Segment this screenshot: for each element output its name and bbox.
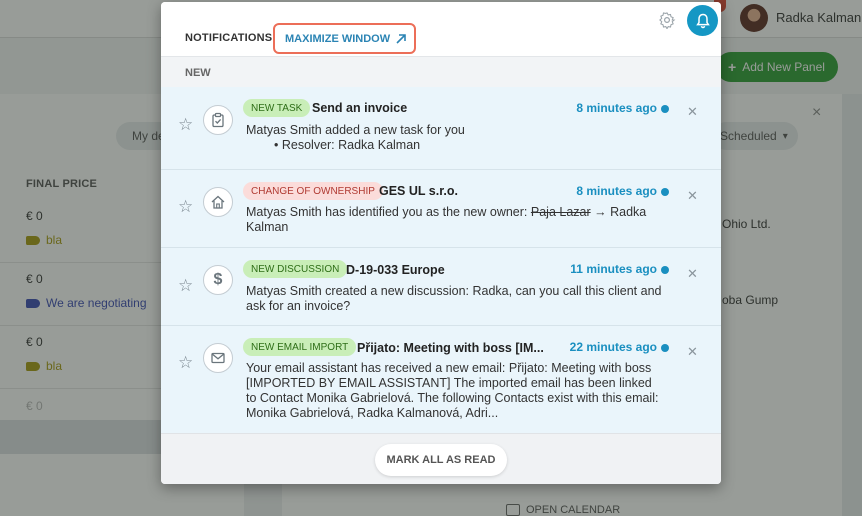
popup-footer: MARK ALL AS READ <box>161 433 721 484</box>
notification-time: 11 minutes ago <box>570 262 657 276</box>
notification-time: 8 minutes ago <box>576 184 657 198</box>
star-icon[interactable]: ☆ <box>178 198 193 215</box>
star-icon[interactable]: ☆ <box>178 354 193 371</box>
unread-dot <box>661 188 669 196</box>
notifications-bell-button[interactable] <box>687 5 718 36</box>
notification-item[interactable]: ☆ CHANGE OF OWNERSHIP GES UL s.r.o. 8 mi… <box>161 170 721 248</box>
bell-icon <box>695 13 710 28</box>
unread-dot <box>661 266 669 274</box>
section-label: NEW <box>185 67 211 79</box>
maximize-window-label: MAXIMIZE WINDOW <box>285 32 391 45</box>
notification-title[interactable]: Send an invoice <box>312 101 407 115</box>
gear-icon[interactable] <box>658 11 676 29</box>
dollar-icon: $ <box>203 265 233 295</box>
dismiss-button[interactable]: ✕ <box>687 188 698 204</box>
notification-title[interactable]: Přijato: Meeting with boss [IM... <box>357 341 544 355</box>
notification-title[interactable]: D-19-033 Europe <box>346 263 445 277</box>
notification-item[interactable]: ☆ $ NEW DISCUSSION D-19-033 Europe 11 mi… <box>161 248 721 326</box>
arrow-up-right-icon <box>396 33 406 44</box>
notification-list: ☆ NEW TASK Send an invoice 8 minutes ago… <box>161 87 721 433</box>
mark-all-read-button[interactable]: MARK ALL AS READ <box>375 444 507 476</box>
star-icon[interactable]: ☆ <box>178 277 193 294</box>
previous-owner: Paja Lazar <box>530 205 591 219</box>
notification-item[interactable]: ☆ NEW TASK Send an invoice 8 minutes ago… <box>161 87 721 170</box>
notification-badge: NEW TASK <box>243 99 311 117</box>
home-icon <box>203 187 233 217</box>
notification-message: Matyas Smith created a new discussion: R… <box>246 284 662 313</box>
bullet-text: Resolver: Radka Kalman <box>281 138 421 152</box>
unread-dot <box>661 344 669 352</box>
notification-message: Matyas Smith has identified you as the n… <box>246 205 664 235</box>
popup-title: NOTIFICATIONS <box>185 32 273 44</box>
unread-dot <box>661 105 669 113</box>
notification-badge: NEW EMAIL IMPORT <box>243 338 357 356</box>
dismiss-button[interactable]: ✕ <box>687 104 698 120</box>
dismiss-button[interactable]: ✕ <box>687 266 698 282</box>
clipboard-check-icon <box>203 105 233 135</box>
star-icon[interactable]: ☆ <box>178 116 193 133</box>
notification-time: 8 minutes ago <box>576 101 657 115</box>
notification-message: Matyas Smith added a new task for you • … <box>246 123 664 153</box>
notification-time: 22 minutes ago <box>569 340 657 354</box>
notifications-popup: NOTIFICATIONS MAXIMIZE WINDOW NEW ☆ NEW … <box>161 2 721 484</box>
notification-title[interactable]: GES UL s.r.o. <box>379 184 458 198</box>
maximize-window-button[interactable]: MAXIMIZE WINDOW <box>273 23 416 54</box>
message-text: Matyas Smith has identified you as the n… <box>246 205 531 219</box>
envelope-icon <box>203 343 233 373</box>
dismiss-button[interactable]: ✕ <box>687 344 698 360</box>
message-bullet: • Resolver: Radka Kalman <box>274 138 421 152</box>
message-line: Matyas Smith added a new task for you <box>246 123 465 137</box>
notification-badge: NEW DISCUSSION <box>243 260 348 278</box>
section-header: NEW <box>161 56 721 87</box>
notification-badge: CHANGE OF OWNERSHIP <box>243 182 383 200</box>
notification-message: Your email assistant has received a new … <box>246 361 659 420</box>
notification-item[interactable]: ☆ NEW EMAIL IMPORT Přijato: Meeting with… <box>161 326 721 433</box>
popup-header: NOTIFICATIONS MAXIMIZE WINDOW <box>161 2 721 56</box>
